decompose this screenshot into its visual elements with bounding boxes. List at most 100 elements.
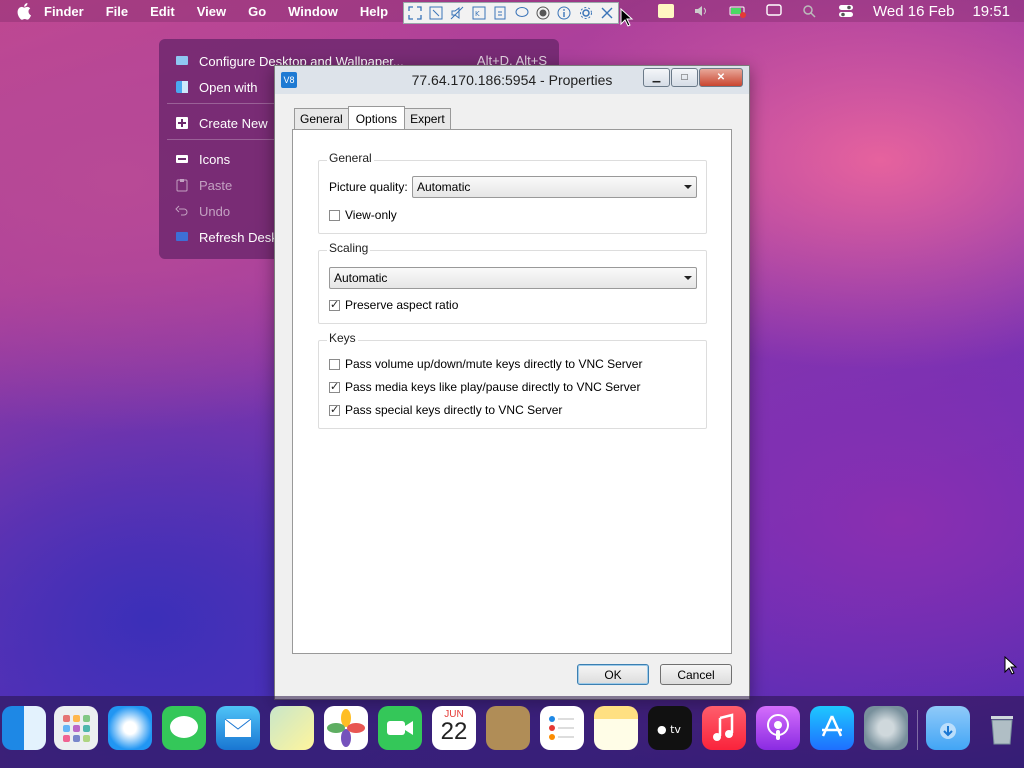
icons-icon (175, 152, 189, 166)
volume-icon[interactable] (693, 4, 711, 18)
cancel-button[interactable]: Cancel (660, 664, 732, 685)
menubar-date[interactable]: Wed 16 Feb (873, 3, 954, 20)
refresh-icon (175, 230, 189, 244)
media-keys-checkbox[interactable] (329, 380, 340, 393)
mouse-cursor-icon (1004, 656, 1018, 675)
ctx-create-new[interactable]: Create New (175, 113, 268, 133)
safari-dock-icon[interactable] (108, 706, 152, 750)
scaling-value: Automatic (334, 271, 388, 285)
plus-icon (175, 116, 189, 130)
picture-quality-value: Automatic (417, 180, 471, 194)
ok-button[interactable]: OK (577, 664, 649, 685)
music-dock-icon[interactable] (702, 706, 746, 750)
fullscreen-icon[interactable] (408, 6, 422, 20)
menu-file[interactable]: File (106, 4, 128, 19)
trash-dock-icon[interactable] (980, 706, 1024, 750)
search-icon[interactable] (801, 4, 819, 18)
maps-dock-icon[interactable] (270, 706, 314, 750)
close-session-icon[interactable] (600, 6, 614, 20)
battery-icon[interactable] (729, 4, 747, 18)
media-keys-label: Pass media keys like play/pause directly… (345, 380, 641, 394)
ctx-open-with[interactable]: Open with (175, 77, 258, 97)
vnc-toolbar: K (403, 2, 619, 24)
menu-edit[interactable]: Edit (150, 4, 175, 19)
clipboard-icon (175, 178, 189, 192)
dock: JUN 22 ● tv (0, 696, 1024, 768)
calendar-dock-icon[interactable]: JUN 22 (432, 706, 476, 750)
display-icon[interactable] (765, 4, 783, 18)
scaling-select[interactable]: Automatic (329, 267, 697, 289)
monitor-icon (175, 54, 189, 68)
volume-keys-row[interactable]: Pass volume up/down/mute keys directly t… (329, 357, 642, 371)
window-titlebar[interactable]: V8 77.64.170.186:5954 - Properties ▁ □ ✕ (275, 66, 749, 94)
system-preferences-dock-icon[interactable] (864, 706, 908, 750)
undo-icon (175, 204, 189, 218)
launchpad-dock-icon[interactable] (54, 706, 98, 750)
reminders-dock-icon[interactable] (540, 706, 584, 750)
scaling-group-title: Scaling (327, 241, 371, 255)
downloads-dock-icon[interactable] (926, 706, 970, 750)
menu-window[interactable]: Window (288, 4, 338, 19)
notes-tray-icon[interactable] (657, 4, 675, 18)
window-controls: ▁ □ ✕ (642, 68, 743, 87)
scaling-group: Scaling Automatic Preserve aspect ratio (318, 241, 707, 324)
view-only-checkbox[interactable] (329, 209, 340, 221)
menu-finder[interactable]: Finder (44, 4, 84, 19)
facetime-dock-icon[interactable] (378, 706, 422, 750)
apple-icon[interactable] (16, 2, 34, 20)
dock-separator (917, 710, 918, 750)
apple-tv-dock-icon[interactable]: ● tv (648, 706, 692, 750)
finder-dock-icon[interactable] (2, 706, 46, 750)
photos-dock-icon[interactable] (324, 706, 368, 750)
special-keys-checkbox[interactable] (329, 403, 340, 416)
view-only-row[interactable]: View-only (329, 208, 397, 222)
ctx-label: Open with (199, 79, 258, 95)
podcasts-dock-icon[interactable] (756, 706, 800, 750)
special-keys-row[interactable]: Pass special keys directly to VNC Server (329, 403, 562, 417)
scale-icon[interactable] (429, 6, 443, 20)
mail-dock-icon[interactable] (216, 706, 260, 750)
notes-dock-icon[interactable] (594, 706, 638, 750)
tab-options[interactable]: Options (347, 106, 406, 130)
maximize-button[interactable]: □ (671, 68, 698, 87)
chat-icon[interactable] (515, 6, 529, 20)
tab-expert[interactable]: Expert (404, 108, 451, 129)
ctx-label: Create New (199, 115, 268, 131)
tab-general[interactable]: General (294, 108, 349, 129)
menu-view[interactable]: View (197, 4, 226, 19)
options-panel: General Picture quality: Automatic View-… (292, 129, 732, 654)
record-icon[interactable] (536, 6, 550, 20)
preserve-aspect-checkbox[interactable] (329, 298, 340, 311)
menu-go[interactable]: Go (248, 4, 266, 19)
menu-help[interactable]: Help (360, 4, 388, 19)
mute-icon[interactable] (450, 6, 464, 20)
close-button[interactable]: ✕ (699, 68, 743, 87)
general-group-title: General (327, 151, 374, 165)
ctx-icons[interactable]: Icons (175, 149, 230, 169)
menubar-time[interactable]: 19:51 (972, 3, 1010, 20)
contacts-dock-icon[interactable] (486, 706, 530, 750)
picture-quality-select[interactable]: Automatic (412, 176, 697, 198)
ctx-label: Undo (199, 203, 231, 219)
ctx-label: Paste (199, 177, 233, 193)
settings-gear-icon[interactable] (579, 6, 593, 20)
transfer-icon[interactable] (493, 6, 507, 20)
chevron-down-icon (684, 185, 692, 189)
maximize-icon: □ (681, 72, 688, 83)
ctx-paste[interactable]: Paste (175, 175, 232, 195)
media-keys-row[interactable]: Pass media keys like play/pause directly… (329, 380, 640, 394)
finder-icon (175, 80, 189, 94)
tab-strip: General Options Expert (294, 106, 451, 130)
messages-dock-icon[interactable] (162, 706, 206, 750)
preserve-aspect-row[interactable]: Preserve aspect ratio (329, 298, 458, 312)
ctx-undo[interactable]: Undo (175, 201, 230, 221)
preserve-aspect-label: Preserve aspect ratio (345, 298, 459, 312)
control-center-icon[interactable] (837, 4, 855, 18)
volume-keys-checkbox[interactable] (329, 358, 340, 370)
info-icon[interactable] (557, 6, 571, 20)
app-store-dock-icon[interactable] (810, 706, 854, 750)
minimize-button[interactable]: ▁ (643, 68, 670, 87)
svg-text:● tv: ● tv (657, 723, 681, 736)
calendar-day: 22 (440, 718, 468, 745)
keys-icon[interactable]: K (472, 6, 486, 20)
